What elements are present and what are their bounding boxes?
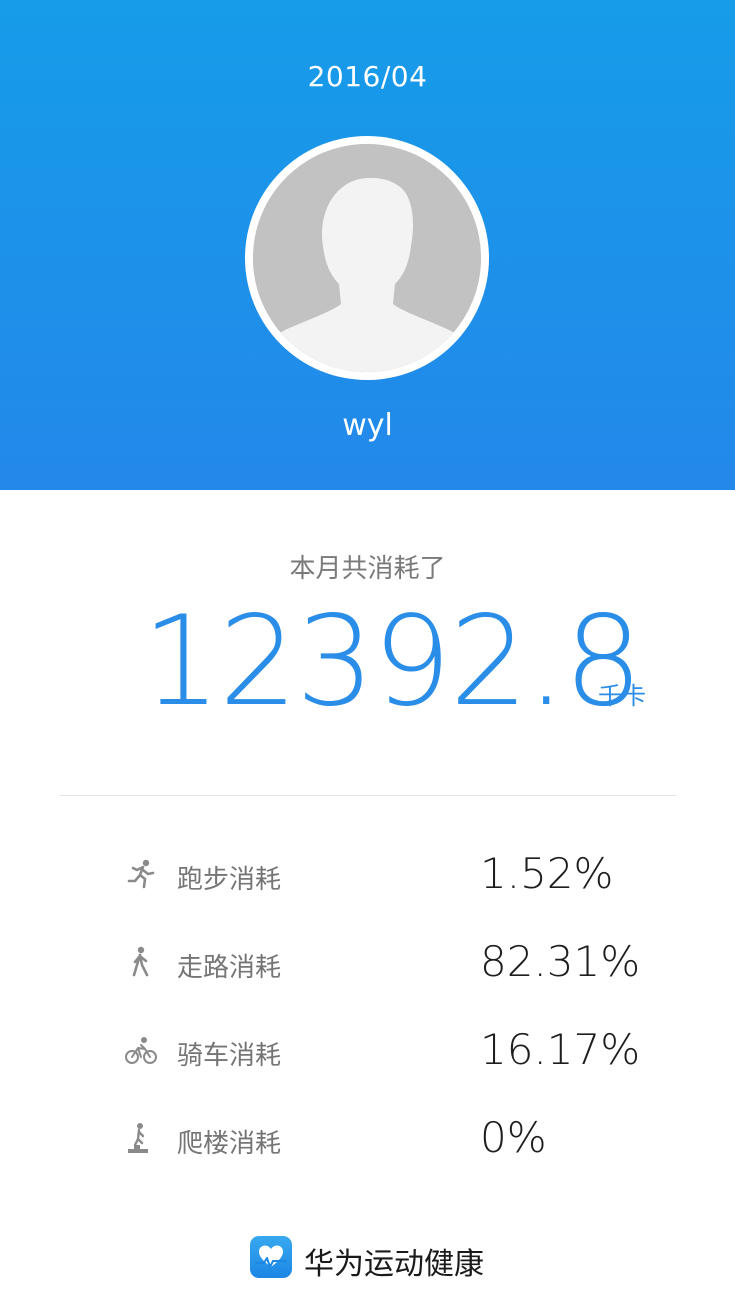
avatar[interactable]	[253, 144, 481, 372]
default-avatar-icon	[253, 144, 481, 372]
total-calories-value: 12392.8	[142, 590, 643, 734]
stat-label: 骑车消耗	[177, 1041, 282, 1071]
heart-pulse-icon	[250, 1236, 292, 1278]
calories-unit: 千卡	[598, 682, 646, 710]
section-divider	[60, 795, 676, 796]
stat-label: 跑步消耗	[177, 865, 282, 895]
stat-value: 82.31%	[480, 937, 641, 986]
stat-row-running: 跑步消耗 1.52%	[0, 845, 735, 905]
app-name: 华为运动健康	[304, 1247, 484, 1282]
monthly-consumption-label: 本月共消耗了	[289, 554, 446, 584]
stat-label: 爬楼消耗	[177, 1129, 282, 1159]
stat-row-cycling: 骑车消耗 16.17%	[0, 1021, 735, 1081]
monthly-summary-page: 2016/04 wyl 本月共消耗了 12392.8 千卡 跑步消耗 1.52%	[0, 0, 735, 1308]
stat-value: 0%	[480, 1113, 547, 1162]
stat-label: 走路消耗	[177, 953, 282, 983]
month-label: 2016/04	[307, 60, 428, 93]
username: wyl	[342, 408, 393, 443]
stat-row-walking: 走路消耗 82.31%	[0, 933, 735, 993]
running-icon	[124, 857, 158, 891]
walking-icon	[124, 945, 158, 979]
avatar-frame[interactable]	[245, 136, 489, 380]
stat-value: 1.52%	[480, 849, 614, 898]
stair-climbing-icon	[124, 1121, 158, 1155]
cycling-icon	[124, 1033, 158, 1067]
stat-value: 16.17%	[480, 1025, 641, 1074]
stat-row-stairs: 爬楼消耗 0%	[0, 1109, 735, 1169]
profile-header: 2016/04 wyl	[0, 0, 735, 490]
